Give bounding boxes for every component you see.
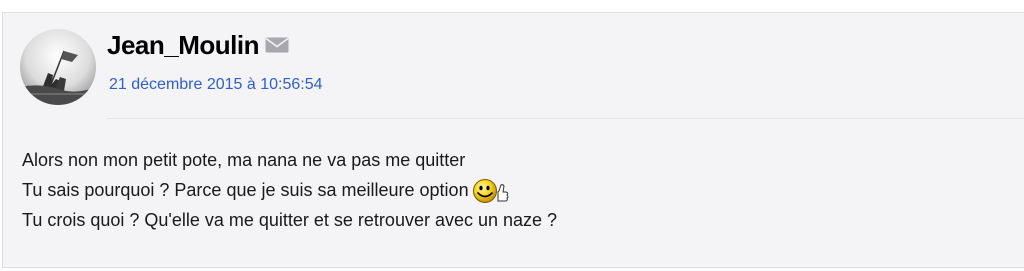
header-divider bbox=[107, 118, 1024, 119]
message-line: Tu sais pourquoi ? Parce que je suis sa … bbox=[22, 175, 557, 205]
author-name[interactable]: Jean_Moulin bbox=[107, 27, 259, 63]
message-body: Alors non mon petit pote, ma nana ne va … bbox=[22, 145, 557, 235]
mail-icon[interactable] bbox=[265, 37, 289, 53]
avatar[interactable] bbox=[20, 29, 96, 105]
post-date-link[interactable]: 21 décembre 2015 à 10:56:54 bbox=[109, 75, 323, 95]
avatar-image bbox=[20, 29, 96, 105]
cool-smiley-icon bbox=[472, 179, 509, 203]
message-line: Tu crois quoi ? Qu'elle va me quitter et… bbox=[22, 210, 558, 230]
message-line: Alors non mon petit pote, ma nana ne va … bbox=[22, 150, 466, 170]
forum-post: Jean_Moulin 21 décembre 2015 à 10:56:54 … bbox=[2, 12, 1024, 268]
